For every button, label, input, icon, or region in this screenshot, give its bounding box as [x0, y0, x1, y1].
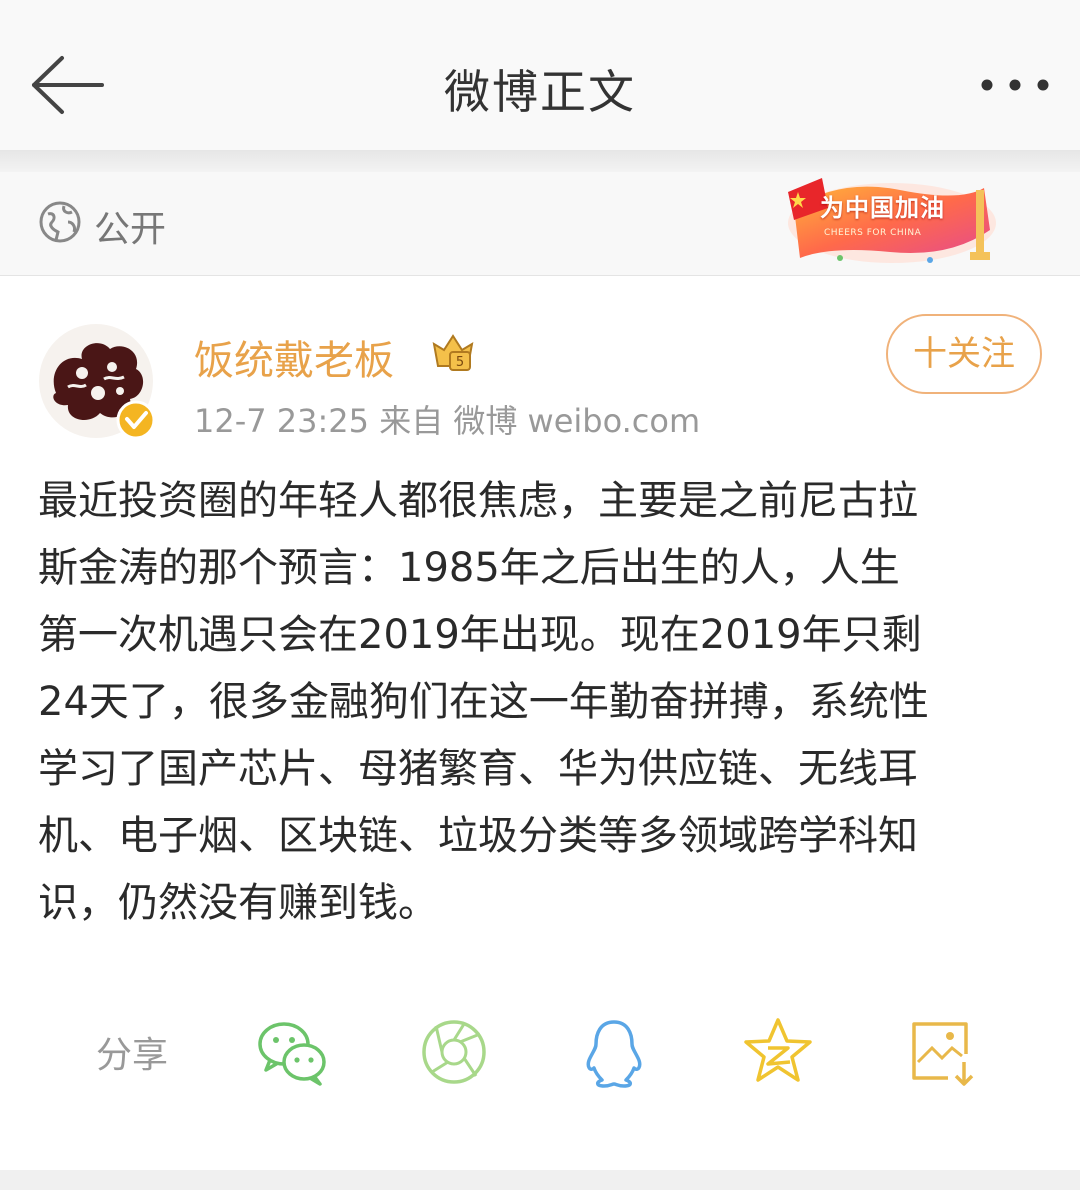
username[interactable]: 饭统戴老板 [194, 328, 394, 386]
post-line: 机、电子烟、区块链、垃圾分类等多领域跨学科知 [38, 813, 918, 859]
bottom-divider [0, 1170, 1080, 1190]
post-line: 斯金涛的那个预言：1985年之后出生的人，人生 [38, 545, 900, 591]
qq-icon[interactable] [576, 1014, 652, 1090]
top-navigation-bar: 微博正文 [0, 0, 1080, 150]
vip-crown-icon[interactable]: 5 [430, 330, 476, 374]
post-line: 24天了，很多金融狗们在这一年勤奋拼搏，系统性 [38, 679, 929, 725]
verified-badge-icon [116, 400, 156, 440]
post-line: 第一次机遇只会在2019年出现。现在2019年只剩 [38, 612, 922, 658]
post-content: 最近投资圈的年轻人都很焦虑，主要是之前尼古拉 斯金涛的那个预言：1985年之后出… [38, 468, 1048, 937]
badge-title: 为中国加油 [820, 194, 945, 222]
follow-button[interactable]: 十关注 [886, 314, 1042, 394]
weibo-post-screen: 微博正文 公开 为中国加油 CHEERS FOR CHINA 饭统戴老板 5 1… [0, 0, 1080, 1190]
more-button[interactable] [978, 70, 1052, 100]
svg-text:5: 5 [456, 355, 464, 370]
more-dots-icon [981, 79, 1049, 91]
qzone-icon[interactable] [740, 1014, 816, 1090]
visibility-label: 公开 [94, 209, 167, 250]
page-title: 微博正文 [444, 65, 636, 119]
wechat-icon[interactable] [254, 1014, 330, 1090]
post-line: 识，仍然没有赚到钱。 [38, 880, 438, 926]
post-line: 学习了国产芯片、母猪繁育、华为供应链、无线耳 [38, 746, 918, 792]
post-line: 最近投资圈的年轻人都很焦虑，主要是之前尼古拉 [38, 478, 918, 524]
globe-icon [39, 201, 81, 243]
post-timestamp-source: 12-7 23:25 来自 微博 weibo.com [194, 402, 701, 440]
share-label: 分享 [96, 1035, 169, 1076]
badge-subtitle: CHEERS FOR CHINA [824, 228, 922, 238]
moments-icon[interactable] [416, 1014, 492, 1090]
save-image-icon[interactable] [904, 1014, 980, 1090]
